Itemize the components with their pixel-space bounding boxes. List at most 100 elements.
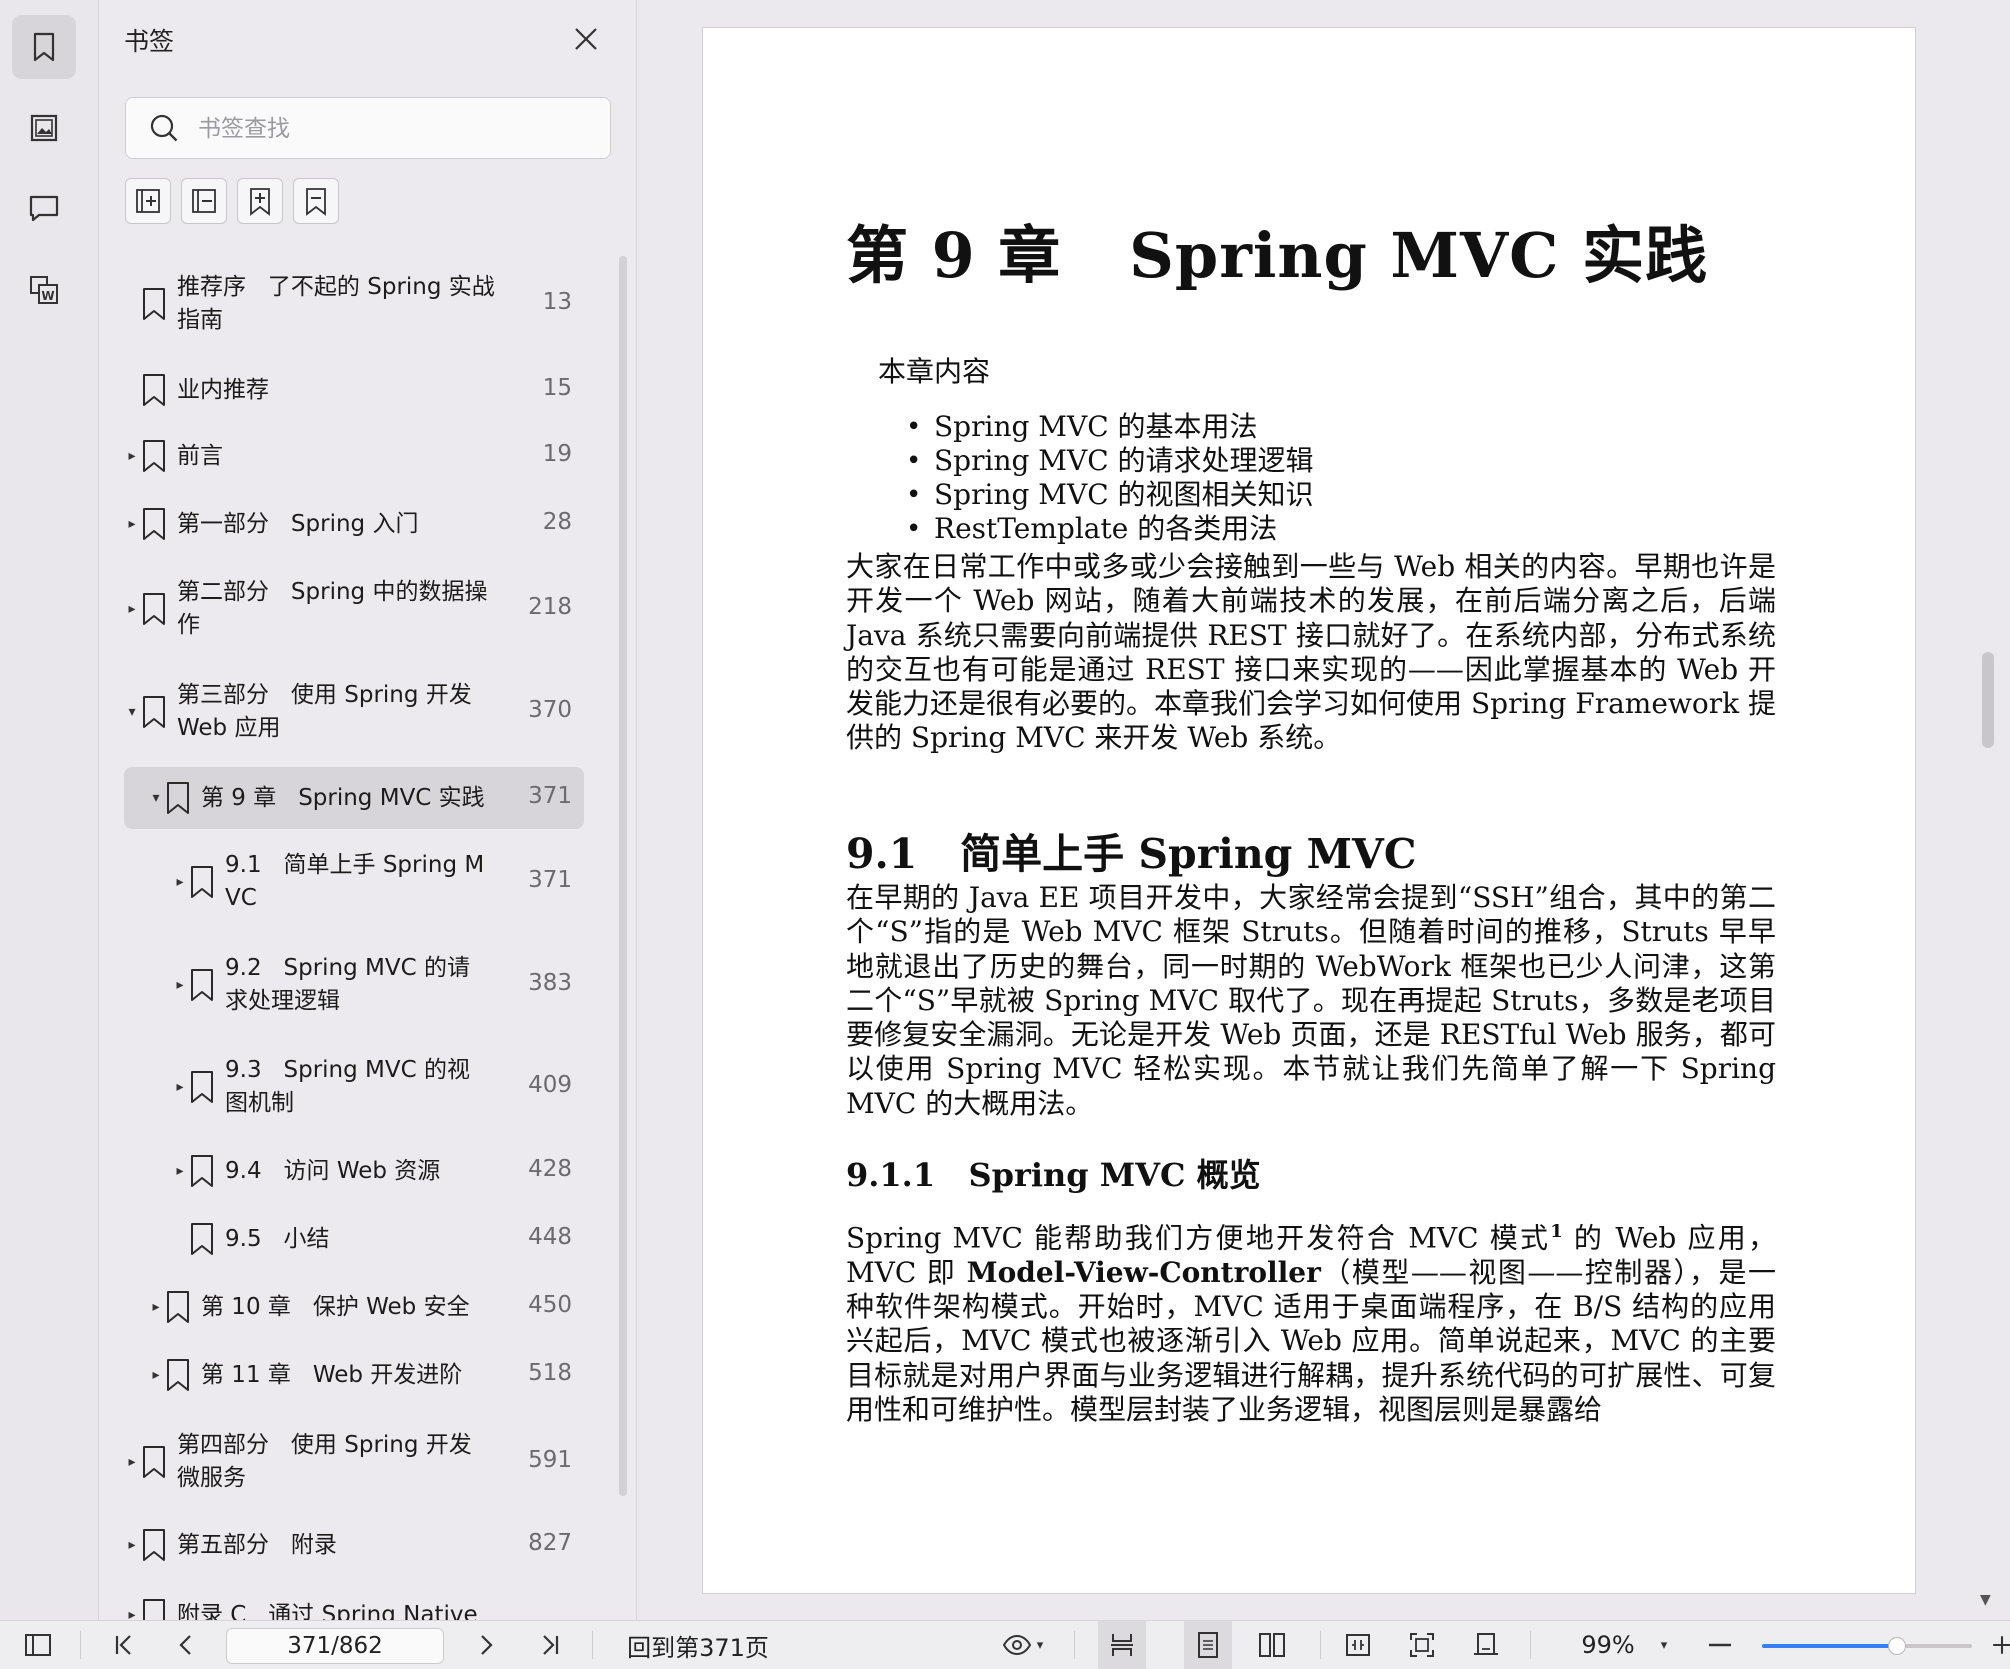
fit-width-button[interactable] <box>1334 1621 1382 1669</box>
collapsed-arrow-icon[interactable]: ▸ <box>124 1587 140 1620</box>
bookmark-tab-button[interactable] <box>12 15 76 79</box>
bookmark-item[interactable]: ▸ 前言 19 <box>124 428 584 484</box>
bookmark-label: 9.1 简单上手 Spring M VC <box>225 852 485 911</box>
convert-tab-button[interactable]: W <box>12 258 76 322</box>
bookmark-icon <box>143 1529 165 1561</box>
last-page-icon <box>543 1635 559 1655</box>
zoom-slider-fill <box>1762 1644 1897 1648</box>
scroll-down-arrow[interactable]: ▼ <box>1980 1592 1991 1608</box>
word-convert-icon: W <box>30 276 58 304</box>
bookmark-item[interactable]: ▸ 第 11 章 Web 开发进阶 518 <box>124 1347 584 1403</box>
list-item: RestTemplate 的各类用法 <box>906 512 1314 546</box>
expanded-arrow-icon[interactable]: ▾ <box>148 767 164 829</box>
para-text: Spring MVC 能帮助我们方便地开发符合 MVC 模式 <box>846 1221 1551 1255</box>
bookmark-icon <box>191 1155 213 1187</box>
bookmark-item[interactable]: ▸ 9.4 访问 Web 资源 428 <box>124 1143 584 1199</box>
bookmark-label: 前言 <box>177 442 223 469</box>
bookmark-item[interactable]: ▸ 第四部分 使用 Spring 开发 微服务 591 <box>124 1415 584 1509</box>
divider <box>1074 1631 1075 1659</box>
collapsed-arrow-icon[interactable]: ▸ <box>124 496 140 552</box>
collapsed-arrow-icon[interactable]: ▸ <box>124 428 140 484</box>
bookmark-icon <box>191 1071 213 1103</box>
collapsed-arrow-icon[interactable]: ▸ <box>172 943 188 1027</box>
fit-page-button[interactable] <box>1398 1621 1446 1669</box>
eye-icon <box>1002 1634 1031 1656</box>
bookmark-icon <box>167 1359 189 1391</box>
bookmark-label: 第 10 章 保护 Web 安全 <box>201 1293 470 1320</box>
sidebar-toggle-icon <box>25 1634 51 1656</box>
bookmark-item[interactable]: ▾ 第 9 章 Spring MVC 实践 371 <box>124 767 584 829</box>
bookmark-label: 第 11 章 Web 开发进阶 <box>201 1361 463 1388</box>
summary-label: 本章内容 <box>878 355 991 388</box>
document-page: 第 9 章 Spring MVC 实践 本章内容 Spring MVC 的基本用… <box>702 27 1916 1594</box>
bookmark-item[interactable]: ▸ 第一部分 Spring 入门 28 <box>124 496 584 552</box>
bookmark-icon <box>143 440 165 472</box>
page-number-input[interactable] <box>226 1628 444 1664</box>
chevron-right-icon <box>481 1635 493 1655</box>
bookmark-page-number: 409 <box>528 1072 572 1098</box>
collapsed-arrow-icon[interactable]: ▸ <box>148 1279 164 1335</box>
first-page-button[interactable] <box>104 1621 144 1669</box>
zoom-value: 99% <box>1581 1631 1635 1659</box>
collapsed-arrow-icon[interactable]: ▸ <box>124 1415 140 1509</box>
fit-page-icon <box>1410 1633 1434 1657</box>
collapsed-arrow-icon[interactable]: ▸ <box>172 840 188 924</box>
collapsed-arrow-icon[interactable]: ▸ <box>124 1517 140 1573</box>
bookmark-page-number: 428 <box>528 1156 572 1182</box>
read-mode-dropdown[interactable]: ▾ <box>990 1621 1054 1669</box>
single-page-button[interactable] <box>1184 1621 1232 1669</box>
bookmark-label: 9.5 小结 <box>225 1225 330 1252</box>
bookmark-icon <box>33 32 55 62</box>
bookmark-item[interactable]: 推荐序 了不起的 Spring 实战 指南 13 <box>124 262 584 346</box>
presentation-button[interactable] <box>1462 1621 1510 1669</box>
bookmark-label: 业内推荐 <box>177 376 269 403</box>
paragraph: 在早期的 Java EE 项目开发中，大家经常会提到“SSH”组合，其中的第二个… <box>846 881 1776 1120</box>
zoom-slider[interactable] <box>1762 1637 1972 1655</box>
thumbnail-tab-button[interactable] <box>12 96 76 160</box>
bookmark-item[interactable]: ▸ 附录 C 通过 Spring Native <box>124 1587 584 1620</box>
bookmark-item[interactable]: ▸ 第五部分 附录 827 <box>124 1517 584 1573</box>
document-viewport[interactable]: 第 9 章 Spring MVC 实践 本章内容 Spring MVC 的基本用… <box>637 0 2010 1620</box>
expanded-arrow-icon[interactable]: ▾ <box>124 665 140 759</box>
bookmark-item[interactable]: ▸ 第二部分 Spring 中的数据操 作 218 <box>124 562 584 656</box>
last-page-button[interactable] <box>530 1621 570 1669</box>
zoom-dropdown[interactable]: 99% <box>1558 1621 1658 1669</box>
footnote-ref[interactable]: 1 <box>1550 1221 1563 1242</box>
chapter-title: 第 9 章 Spring MVC 实践 <box>846 219 1709 292</box>
collapsed-arrow-icon[interactable]: ▸ <box>148 1347 164 1403</box>
divider <box>592 1631 593 1659</box>
bookmark-icon <box>143 508 165 540</box>
continuous-scroll-button[interactable] <box>1098 1621 1146 1669</box>
bookmark-item[interactable]: 业内推荐 15 <box>124 362 584 418</box>
zoom-dropdown-arrow[interactable]: ▾ <box>1654 1621 1674 1669</box>
back-to-page-button[interactable]: 回到第371页 <box>618 1621 778 1669</box>
bookmark-item[interactable]: ▾ 第三部分 使用 Spring 开发 Web 应用 370 <box>124 665 584 759</box>
bookmark-page-number: 518 <box>528 1360 572 1386</box>
prev-page-button[interactable] <box>166 1621 206 1669</box>
back-to-label: 回到第371页 <box>627 1633 769 1662</box>
bookmark-item[interactable]: 9.5 小结 448 <box>124 1211 584 1267</box>
comment-tab-button[interactable] <box>12 176 76 240</box>
bookmark-page-number: 19 <box>542 441 572 467</box>
toggle-sidebar-button[interactable] <box>18 1621 58 1669</box>
two-page-button[interactable] <box>1248 1621 1296 1669</box>
document-scrollbar[interactable] <box>1982 652 1994 748</box>
zoom-slider-handle[interactable] <box>1888 1637 1907 1655</box>
panel-scrollbar[interactable] <box>619 256 627 1496</box>
next-page-button[interactable] <box>466 1621 506 1669</box>
bookmark-item[interactable]: ▸ 9.3 Spring MVC 的视 图机制 409 <box>124 1045 584 1129</box>
presentation-icon <box>1474 1633 1498 1655</box>
collapsed-arrow-icon[interactable]: ▸ <box>172 1045 188 1129</box>
bookmark-item[interactable]: ▸ 第 10 章 保护 Web 安全 450 <box>124 1279 584 1335</box>
zoom-out-button[interactable] <box>1702 1621 1738 1669</box>
bookmark-item[interactable]: ▸ 9.2 Spring MVC 的请 求处理逻辑 383 <box>124 943 584 1027</box>
bookmark-icon <box>143 374 165 406</box>
bookmark-list: 推荐序 了不起的 Spring 实战 指南 13 业内推荐 15 ▸ 前言 19 ▸ 第一部分 … <box>99 0 636 1620</box>
bookmark-page-number: 371 <box>528 867 572 893</box>
zoom-in-button[interactable] <box>1990 1621 2010 1669</box>
collapsed-arrow-icon[interactable]: ▸ <box>124 562 140 656</box>
bookmark-item[interactable]: ▸ 9.1 简单上手 Spring M VC 371 <box>124 840 584 924</box>
single-page-icon <box>1198 1632 1218 1658</box>
collapsed-arrow-icon[interactable]: ▸ <box>172 1143 188 1199</box>
bottom-toolbar: 回到第371页 ▾ 99% ▾ <box>0 1620 2010 1669</box>
